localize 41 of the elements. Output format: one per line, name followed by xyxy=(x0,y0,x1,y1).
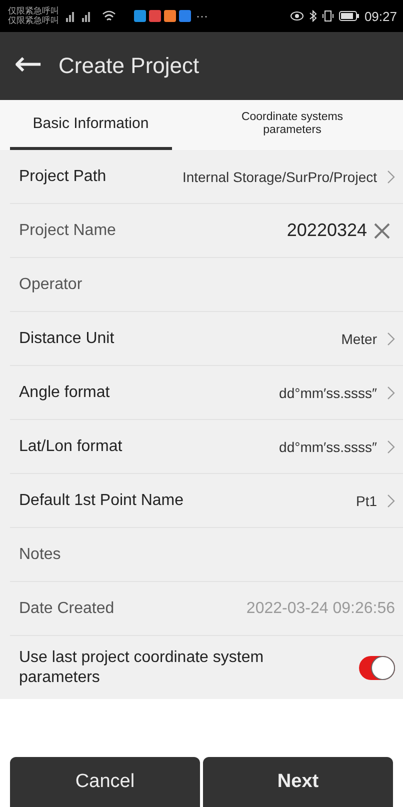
date-value: 2022-03-24 09:26:56 xyxy=(246,600,395,618)
tab[interactable]: Coordinate systems parameters xyxy=(192,100,393,150)
value-selector[interactable]: Meter xyxy=(341,330,395,346)
field-label: Date Created xyxy=(19,600,114,618)
field-label: Project Path xyxy=(19,168,106,186)
value-selector[interactable]: dd°mm′ss.ssss″ xyxy=(279,438,395,454)
battery-icon xyxy=(339,11,360,21)
field-label: Notes xyxy=(19,546,61,564)
app-icon xyxy=(134,10,146,22)
app-icon xyxy=(179,10,191,22)
field-label: Angle format xyxy=(19,384,110,402)
value-selector[interactable]: dd°mm′ss.ssss″ xyxy=(279,384,395,400)
carrier-text: 仅限紧急呼叫 仅限紧急呼叫 xyxy=(8,6,59,26)
field-label: Project Name xyxy=(19,222,116,240)
field-label: Distance Unit xyxy=(19,330,114,348)
chevron-icon xyxy=(387,494,395,508)
app-icon xyxy=(149,10,161,22)
action-button[interactable]: Cancel xyxy=(10,757,200,807)
back-button[interactable]: ← xyxy=(0,44,52,88)
chevron-icon xyxy=(387,332,395,346)
value-selector[interactable]: Internal Storage/SurPro/Project xyxy=(182,168,395,184)
close-icon[interactable] xyxy=(373,222,391,240)
toggle-label: Use last project coordinate system parameters xyxy=(19,648,265,688)
value-selector[interactable]: Pt1 xyxy=(356,492,395,508)
bluetooth-icon xyxy=(309,10,318,22)
chevron-icon xyxy=(387,440,395,454)
input-field[interactable]: 20220324 xyxy=(217,220,367,241)
field-label: Lat/Lon format xyxy=(19,438,122,456)
field-label: Operator xyxy=(19,276,82,294)
wifi-icon xyxy=(102,10,116,22)
window-title: Create Project xyxy=(58,53,200,79)
action-button[interactable]: Next xyxy=(203,757,393,807)
clock-text: 09:27 xyxy=(364,8,397,24)
chevron-icon xyxy=(387,386,395,400)
chevron-icon xyxy=(387,170,395,184)
field-label: Default 1st Point Name xyxy=(19,492,184,510)
more-text: ··· xyxy=(196,9,208,23)
vibrate-icon xyxy=(322,10,334,22)
toggle-switch[interactable] xyxy=(359,656,395,680)
eye-icon xyxy=(290,10,304,22)
app-icon xyxy=(164,10,176,22)
